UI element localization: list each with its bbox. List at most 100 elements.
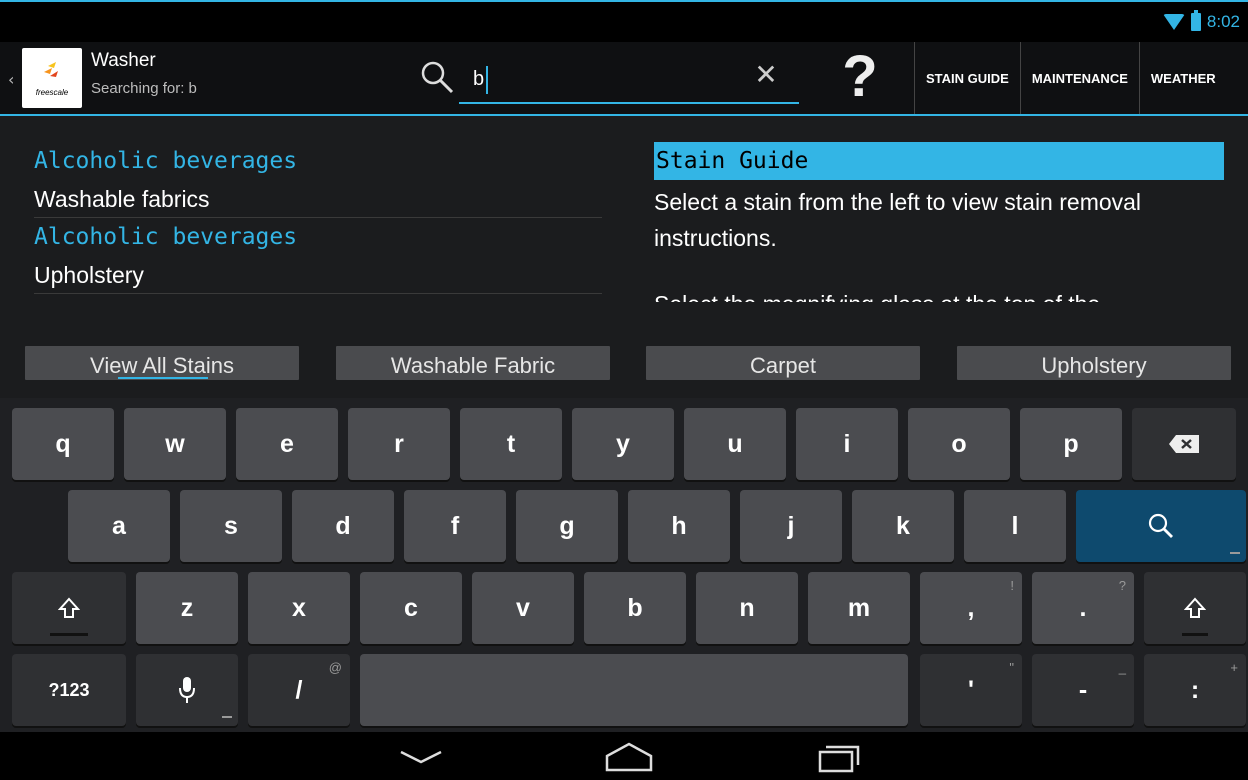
key-j[interactable]: j	[740, 490, 842, 562]
space-bar[interactable]	[360, 654, 908, 726]
key-k[interactable]: k	[852, 490, 954, 562]
detail-pane: Stain Guide Select a stain from the left…	[654, 142, 1224, 302]
key-label: n	[739, 593, 755, 622]
clear-icon[interactable]: ✕	[752, 58, 780, 92]
key-r[interactable]: r	[348, 408, 450, 480]
key-slash[interactable]: / @	[248, 654, 350, 726]
key-v[interactable]: v	[472, 572, 574, 644]
key-c[interactable]: c	[360, 572, 462, 644]
key-hint: "	[1009, 660, 1014, 675]
key-label: :	[1190, 675, 1200, 704]
key-label: ?123	[48, 679, 90, 700]
key-label: t	[506, 429, 516, 458]
key-period[interactable]: .?	[1032, 572, 1134, 644]
key-u[interactable]: u	[684, 408, 786, 480]
key-label: s	[224, 511, 238, 540]
app-logo[interactable]: freescale	[22, 48, 82, 108]
help-icon[interactable]: ?	[830, 44, 890, 110]
search-results-list: Alcoholic beverages Washable fabrics Alc…	[34, 142, 602, 294]
key-p[interactable]: p	[1020, 408, 1122, 480]
shift-key-left[interactable]	[12, 572, 126, 644]
key-label: g	[559, 511, 575, 540]
key-n[interactable]: n	[696, 572, 798, 644]
recent-apps-icon[interactable]	[816, 740, 866, 774]
text-cursor	[486, 66, 488, 94]
key-hint: ?	[1118, 578, 1126, 593]
shift-icon	[58, 597, 80, 618]
search-input[interactable]: b	[459, 56, 799, 104]
more-options-indicator	[1230, 552, 1240, 554]
voice-input-key[interactable]	[136, 654, 238, 726]
key-s[interactable]: s	[180, 490, 282, 562]
tab-stain-guide[interactable]: STAIN GUIDE	[914, 42, 1020, 114]
shift-indicator	[50, 633, 88, 636]
key-apostrophe[interactable]: ' "	[920, 654, 1022, 726]
key-w[interactable]: w	[124, 408, 226, 480]
key-label: q	[55, 429, 71, 458]
key-colon[interactable]: : +	[1144, 654, 1246, 726]
detail-title: Stain Guide	[654, 142, 1224, 180]
key-dash[interactable]: - _	[1032, 654, 1134, 726]
key-b[interactable]: b	[584, 572, 686, 644]
shift-indicator	[1182, 633, 1208, 636]
view-all-stains-button[interactable]: View All Stains	[25, 346, 299, 380]
key-label: b	[627, 593, 643, 622]
key-a[interactable]: a	[68, 490, 170, 562]
home-icon[interactable]	[604, 740, 654, 774]
key-z[interactable]: z	[136, 572, 238, 644]
tab-weather[interactable]: WEATHER	[1138, 42, 1227, 114]
key-x[interactable]: x	[248, 572, 350, 644]
result-fabric: Washable fabrics	[34, 186, 210, 212]
shift-key-right[interactable]	[1144, 572, 1246, 644]
up-caret-icon[interactable]: ‹	[8, 70, 14, 89]
backspace-key[interactable]	[1132, 408, 1236, 480]
app-subtitle: Searching for: b	[91, 80, 197, 97]
detail-paragraph: Select a stain from the left to view sta…	[654, 189, 1142, 251]
main-content: Alcoholic beverages Washable fabrics Alc…	[0, 116, 1248, 398]
key-label: v	[516, 593, 530, 622]
search-icon	[421, 61, 454, 94]
key-label: p	[1063, 429, 1079, 458]
key-f[interactable]: f	[404, 490, 506, 562]
key-e[interactable]: e	[236, 408, 338, 480]
key-q[interactable]: q	[12, 408, 114, 480]
pressed-indicator	[118, 377, 208, 379]
search-input-value[interactable]: b	[473, 68, 484, 91]
hide-keyboard-icon[interactable]	[396, 740, 446, 774]
key-d[interactable]: d	[292, 490, 394, 562]
key-l[interactable]: l	[964, 490, 1066, 562]
upholstery-button[interactable]: Upholstery	[957, 346, 1231, 380]
key-h[interactable]: h	[628, 490, 730, 562]
action-bar: ‹ freescale Washer Searching for: b b ✕ …	[0, 42, 1248, 114]
key-label: o	[951, 429, 967, 458]
key-o[interactable]: o	[908, 408, 1010, 480]
action-tabs: STAIN GUIDE MAINTENANCE WEATHER	[914, 42, 1227, 114]
key-label: w	[165, 429, 185, 458]
key-label: f	[450, 511, 460, 540]
key-label: i	[843, 429, 851, 458]
key-label: z	[180, 593, 194, 622]
list-item[interactable]: Alcoholic beverages Washable fabrics	[34, 142, 602, 218]
battery-icon	[1190, 10, 1201, 31]
key-t[interactable]: t	[460, 408, 562, 480]
washable-fabric-button[interactable]: Washable Fabric	[336, 346, 610, 380]
key-label: r	[394, 429, 404, 458]
key-y[interactable]: y	[572, 408, 674, 480]
key-label: m	[847, 593, 871, 622]
shift-icon	[1184, 597, 1206, 618]
carpet-button[interactable]: Carpet	[646, 346, 920, 380]
navigation-bar	[0, 732, 1248, 780]
wifi-icon	[1162, 14, 1185, 30]
tab-maintenance[interactable]: MAINTENANCE	[1019, 42, 1139, 114]
clock: 8:02	[1206, 12, 1240, 31]
search-key[interactable]	[1076, 490, 1246, 562]
detail-paragraph: Select the magnifying glass at the top o…	[654, 286, 1224, 302]
key-i[interactable]: i	[796, 408, 898, 480]
list-item[interactable]: Alcoholic beverages Upholstery	[34, 218, 602, 294]
symbols-key[interactable]: ?123	[12, 654, 126, 726]
key-comma[interactable]: ,!	[920, 572, 1022, 644]
app-title: Washer	[91, 50, 156, 71]
soft-keyboard: q w e r t y u i o p a s d f g h j k l z …	[0, 398, 1248, 732]
key-m[interactable]: m	[808, 572, 910, 644]
key-g[interactable]: g	[516, 490, 618, 562]
